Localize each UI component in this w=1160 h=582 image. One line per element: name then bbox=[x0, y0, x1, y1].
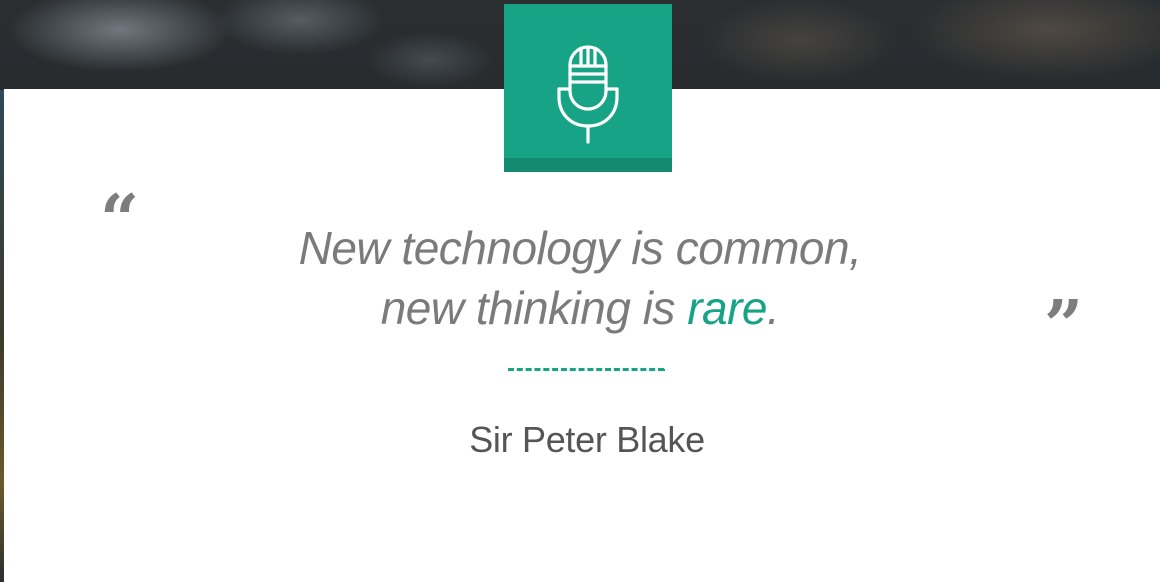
quote-line-2: new thinking is rare. bbox=[230, 278, 930, 338]
quote-line-2-prefix: new thinking is bbox=[380, 282, 688, 334]
open-quote-mark: “ bbox=[100, 180, 140, 260]
badge-shadow bbox=[504, 158, 672, 172]
microphone-icon bbox=[557, 45, 619, 144]
quote-line-1: New technology is common, bbox=[298, 222, 862, 274]
page: “ New technology is common, new thinking… bbox=[0, 0, 1160, 582]
quote-divider-end bbox=[663, 369, 665, 371]
quote-line-2-suffix: . bbox=[767, 282, 780, 334]
microphone-badge bbox=[504, 4, 672, 172]
quote-author: Sir Peter Blake bbox=[469, 419, 705, 460]
quote-divider bbox=[508, 368, 664, 371]
quote-text: New technology is common, new thinking i… bbox=[230, 218, 930, 338]
close-quote-mark: ” bbox=[1044, 286, 1084, 366]
quote-accent-word: rare bbox=[687, 282, 768, 334]
